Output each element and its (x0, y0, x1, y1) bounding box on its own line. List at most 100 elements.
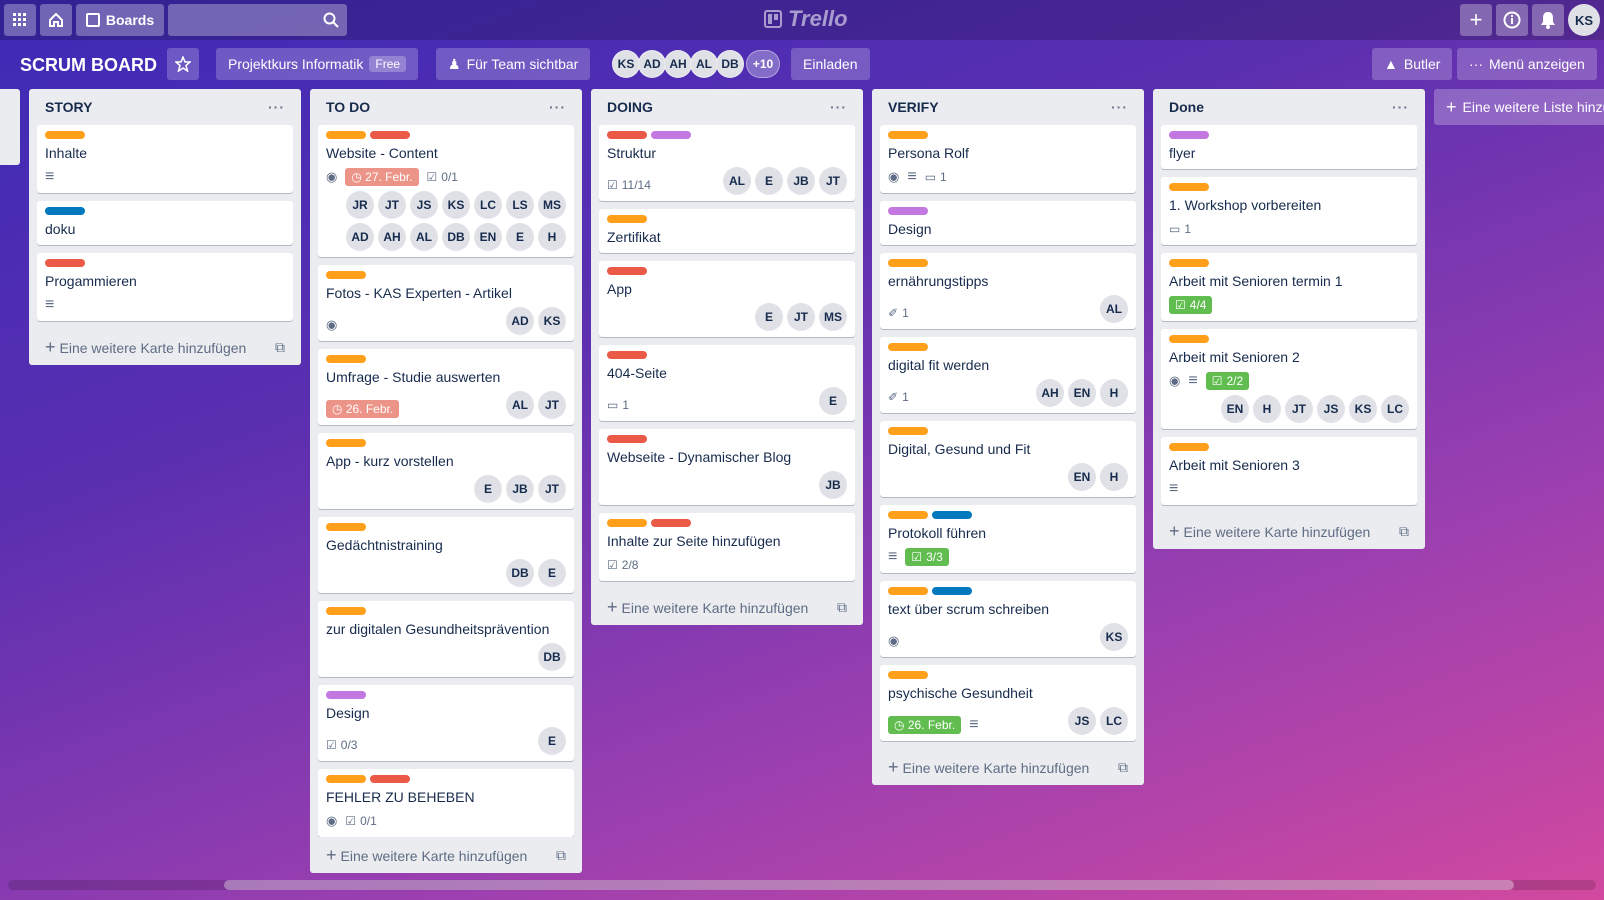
member-avatar[interactable]: H (1253, 395, 1281, 423)
label-red[interactable] (370, 775, 410, 783)
card[interactable]: Arbeit mit Senioren termin 1 ☑ 4/4 (1161, 253, 1417, 321)
member-avatar[interactable]: KS (1100, 623, 1128, 651)
search-input[interactable] (168, 4, 347, 36)
template-card-icon[interactable]: ⧉ (837, 599, 847, 616)
label-orange[interactable] (1169, 259, 1209, 267)
member-avatar[interactable]: JB (787, 167, 815, 195)
member-avatar[interactable]: MS (538, 191, 566, 219)
card[interactable]: Gedächtnistraining DB E (318, 517, 574, 593)
card[interactable]: Webseite - Dynamischer Blog JB (599, 429, 855, 505)
label-orange[interactable] (326, 439, 366, 447)
template-card-icon[interactable]: ⧉ (1118, 759, 1128, 776)
member-avatar[interactable]: E (474, 475, 502, 503)
list-menu-icon[interactable]: ··· (268, 99, 285, 115)
member-avatar[interactable]: KS (442, 191, 470, 219)
member-avatar[interactable]: AL (506, 391, 534, 419)
card[interactable]: App E JT MS (599, 261, 855, 337)
label-red[interactable] (370, 131, 410, 139)
member-avatar[interactable]: LC (474, 191, 502, 219)
label-purple[interactable] (326, 691, 366, 699)
member-avatar[interactable]: AD (506, 307, 534, 335)
label-blue[interactable] (932, 511, 972, 519)
label-red[interactable] (45, 259, 85, 267)
label-orange[interactable] (888, 427, 928, 435)
member-avatar[interactable]: AL (690, 50, 718, 78)
member-avatar[interactable]: JT (787, 303, 815, 331)
scrollbar-thumb[interactable] (224, 880, 1514, 890)
member-avatar[interactable]: DB (442, 223, 470, 251)
label-orange[interactable] (1169, 335, 1209, 343)
template-card-icon[interactable]: ⧉ (1399, 523, 1409, 540)
show-menu-button[interactable]: ··· Menü anzeigen (1457, 48, 1597, 80)
list-title[interactable]: Done (1169, 99, 1204, 115)
member-avatar[interactable]: DB (506, 559, 534, 587)
member-avatar[interactable]: H (538, 223, 566, 251)
member-avatar[interactable]: DB (716, 50, 744, 78)
home-icon[interactable] (40, 4, 72, 36)
member-avatar[interactable]: EN (474, 223, 502, 251)
more-members-button[interactable]: +10 (746, 50, 780, 78)
member-avatar[interactable]: EN (1068, 379, 1096, 407)
member-avatar[interactable]: E (538, 727, 566, 755)
member-avatar[interactable]: JT (538, 391, 566, 419)
card[interactable]: Umfrage - Studie auswerten ◷ 26. Febr. AL J… (318, 349, 574, 425)
card[interactable]: Fotos - KAS Experten - Artikel ◉ AD KS (318, 265, 574, 341)
card[interactable]: FEHLER ZU BEHEBEN ◉ ☑ 0/1 (318, 769, 574, 837)
add-card-button[interactable]: + Eine weitere Karte hinzufügen ⧉ (880, 749, 1136, 785)
member-avatar[interactable]: JS (1068, 707, 1096, 735)
member-avatar[interactable]: AH (378, 223, 406, 251)
member-avatar[interactable]: E (755, 167, 783, 195)
label-orange[interactable] (607, 519, 647, 527)
list-header[interactable]: STORY ··· (37, 89, 293, 125)
label-orange[interactable] (326, 523, 366, 531)
star-icon[interactable] (167, 48, 199, 80)
member-avatar[interactable]: DB (538, 643, 566, 671)
member-avatar[interactable]: AL (723, 167, 751, 195)
member-avatar[interactable]: JT (1285, 395, 1313, 423)
notifications-bell-icon[interactable] (1532, 4, 1564, 36)
card[interactable]: Progammieren ≡ (37, 253, 293, 321)
member-avatar[interactable]: LC (1381, 395, 1409, 423)
label-orange[interactable] (888, 511, 928, 519)
member-avatar[interactable]: AD (638, 50, 666, 78)
add-card-button[interactable]: + Eine weitere Karte hinzufügen ⧉ (318, 837, 574, 873)
card[interactable]: Inhalte ≡ (37, 125, 293, 193)
card[interactable]: text über scrum schreiben ◉ KS (880, 581, 1136, 657)
label-orange[interactable] (888, 259, 928, 267)
add-card-button[interactable]: + Eine weitere Karte hinzufügen ⧉ (1161, 513, 1417, 549)
card[interactable]: Arbeit mit Senioren 2 ◉ ≡ ☑ 2/2 EN H JT JS KS LC (1161, 329, 1417, 429)
member-avatar[interactable]: JS (410, 191, 438, 219)
label-red[interactable] (651, 519, 691, 527)
list-menu-icon[interactable]: ··· (1111, 99, 1128, 115)
member-avatar[interactable]: AH (1036, 379, 1064, 407)
card[interactable]: doku (37, 201, 293, 245)
member-avatar[interactable]: JB (819, 471, 847, 499)
card[interactable]: 404-Seite ▭ 1 E (599, 345, 855, 421)
previous-list-edge[interactable] (0, 89, 20, 165)
label-orange[interactable] (45, 131, 85, 139)
due-date-badge[interactable]: ◷ 26. Febr. (326, 400, 400, 418)
list-header[interactable]: DOING ··· (599, 89, 855, 125)
label-orange[interactable] (326, 607, 366, 615)
member-avatar[interactable]: H (1100, 463, 1128, 491)
due-date-badge[interactable]: ◷ 27. Febr. (345, 168, 419, 186)
board-title[interactable]: SCRUM BOARD (20, 53, 157, 77)
label-orange[interactable] (326, 775, 366, 783)
label-orange[interactable] (1169, 183, 1209, 191)
member-avatar[interactable]: E (755, 303, 783, 331)
card[interactable]: flyer (1161, 125, 1417, 169)
member-avatar[interactable]: AL (410, 223, 438, 251)
label-red[interactable] (607, 351, 647, 359)
visibility-button[interactable]: ♟ Für Team sichtbar (436, 48, 591, 80)
member-avatar[interactable]: AH (664, 50, 692, 78)
card[interactable]: ernährungstipps ✐ 1 AL (880, 253, 1136, 329)
list-title[interactable]: STORY (45, 99, 92, 115)
member-avatar[interactable]: E (819, 387, 847, 415)
label-purple[interactable] (888, 207, 928, 215)
invite-button[interactable]: Einladen (791, 48, 870, 80)
member-avatar[interactable]: AD (346, 223, 374, 251)
label-red[interactable] (607, 131, 647, 139)
list-title[interactable]: TO DO (326, 99, 370, 115)
label-orange[interactable] (1169, 443, 1209, 451)
member-avatar[interactable]: JS (1317, 395, 1345, 423)
